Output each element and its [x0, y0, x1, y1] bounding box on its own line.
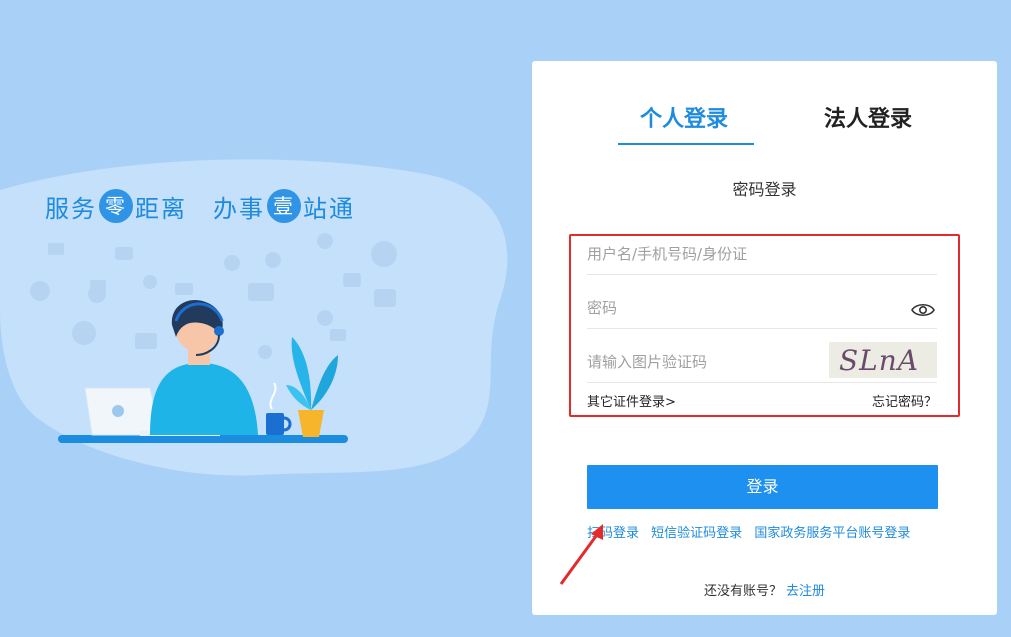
captcha-input[interactable] — [587, 351, 817, 373]
login-method-title: 密码登录 — [732, 180, 797, 199]
slogan: 服务 零 距离 办事 壹 站通 — [45, 188, 355, 224]
slogan-text: 站通 — [303, 194, 355, 223]
login-button[interactable]: 登录 — [587, 465, 938, 509]
password-field — [587, 288, 937, 329]
captcha-image[interactable]: SLnA — [829, 342, 937, 378]
form-links: 其它证件登录> 忘记密码？ — [587, 391, 937, 411]
captcha-field: SLnA — [587, 342, 937, 383]
slogan-text: 办事 — [213, 194, 265, 223]
active-tab-indicator — [618, 143, 754, 145]
slogan-circle: 壹 — [267, 189, 301, 223]
forgot-password-link[interactable]: 忘记密码？ — [872, 391, 937, 410]
register-prompt: 还没有账号？ — [703, 584, 782, 599]
register-link[interactable]: 去注册 — [786, 584, 825, 599]
tab-legal-login[interactable]: 法人登录 — [824, 101, 912, 133]
national-platform-login-link[interactable]: 国家政务服务平台账号登录 — [754, 526, 910, 541]
username-input[interactable] — [587, 243, 817, 265]
alternative-logins: 扫码登录 短信验证码登录 国家政务服务平台账号登录 — [587, 522, 918, 541]
slogan-circle: 零 — [99, 189, 133, 223]
username-field — [587, 234, 937, 275]
slogan-text: 服务 — [45, 194, 97, 223]
slogan-text: 距离 — [135, 194, 187, 223]
tab-personal-login[interactable]: 个人登录 — [640, 101, 728, 133]
customer-service-illustration — [30, 233, 397, 443]
password-input[interactable] — [587, 297, 817, 319]
other-certificate-login-link[interactable]: 其它证件登录> — [587, 391, 676, 410]
sms-login-link[interactable]: 短信验证码登录 — [651, 526, 742, 541]
captcha-text: SLnA — [839, 344, 920, 377]
login-tabs: 个人登录 法人登录 — [532, 101, 997, 151]
red-arrow-annotation — [559, 524, 603, 585]
eye-icon[interactable] — [911, 302, 935, 318]
